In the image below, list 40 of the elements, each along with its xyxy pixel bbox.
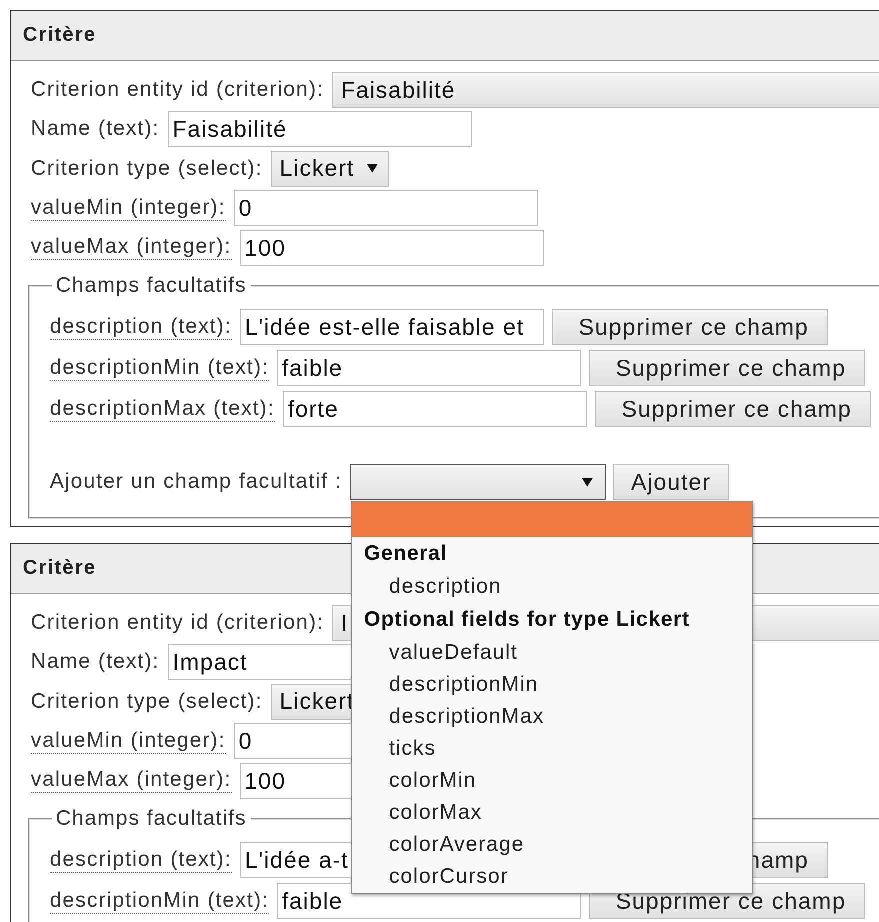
fieldset-legend: Champs facultatifs <box>52 808 251 830</box>
field-label: Name (text): <box>31 650 160 674</box>
field-label: descriptionMin (text): <box>50 356 270 380</box>
panel-header: Critère <box>11 11 879 61</box>
field-label: description (text): <box>50 848 232 872</box>
dropdown-option[interactable]: ticks <box>352 733 752 766</box>
select-field[interactable] <box>350 464 606 500</box>
field-label: Criterion type (select): <box>31 690 263 714</box>
field-label: Criterion type (select): <box>31 156 263 181</box>
add-button[interactable]: Ajouter <box>613 464 730 500</box>
input-field[interactable]: L'idée est-elle faisable et <box>240 309 544 345</box>
field-label: valueMax (integer): <box>31 768 232 794</box>
input-field[interactable]: forte <box>282 391 587 427</box>
select-field[interactable]: Faisabilité <box>332 72 879 108</box>
field-label: descriptionMin (text): <box>50 888 270 914</box>
remove-field-button[interactable]: Supprimer ce champ <box>589 350 866 386</box>
input-field[interactable]: 100 <box>240 230 544 266</box>
field-label: Name (text): <box>31 117 160 142</box>
remove-field-button[interactable]: Supprimer ce champ <box>552 309 828 345</box>
caret-icon <box>366 164 378 174</box>
input-field[interactable]: 0 <box>234 190 538 226</box>
field-label: descriptionMax (text): <box>50 396 275 422</box>
dropdown-option[interactable]: colorAverage <box>352 829 752 862</box>
option-group-label: General <box>363 541 448 568</box>
dropdown-option[interactable]: colorMin <box>352 765 752 798</box>
field-label: valueMax (integer): <box>31 235 232 260</box>
option-group-label: Optional fields for type Lickert <box>363 607 692 634</box>
input-field[interactable]: faible <box>277 350 582 386</box>
remove-field-button[interactable]: Supprimer ce champ <box>594 391 871 427</box>
fieldset-legend: Champs facultatifs <box>52 274 251 296</box>
field-label: Criterion entity id (criterion): <box>31 78 324 102</box>
field-label: Ajouter un champ facultatif : <box>50 470 342 494</box>
field-label: Criterion entity id (criterion): <box>31 610 324 635</box>
caret-icon <box>582 478 594 487</box>
field-label: valueMin (integer): <box>31 196 226 221</box>
input-field[interactable]: Faisabilité <box>168 111 472 148</box>
dropdown-option[interactable]: colorMax <box>352 797 752 830</box>
select-field[interactable]: Lickert <box>270 150 389 187</box>
field-label: description (text): <box>50 314 232 340</box>
field-label: valueMin (integer): <box>31 728 226 754</box>
